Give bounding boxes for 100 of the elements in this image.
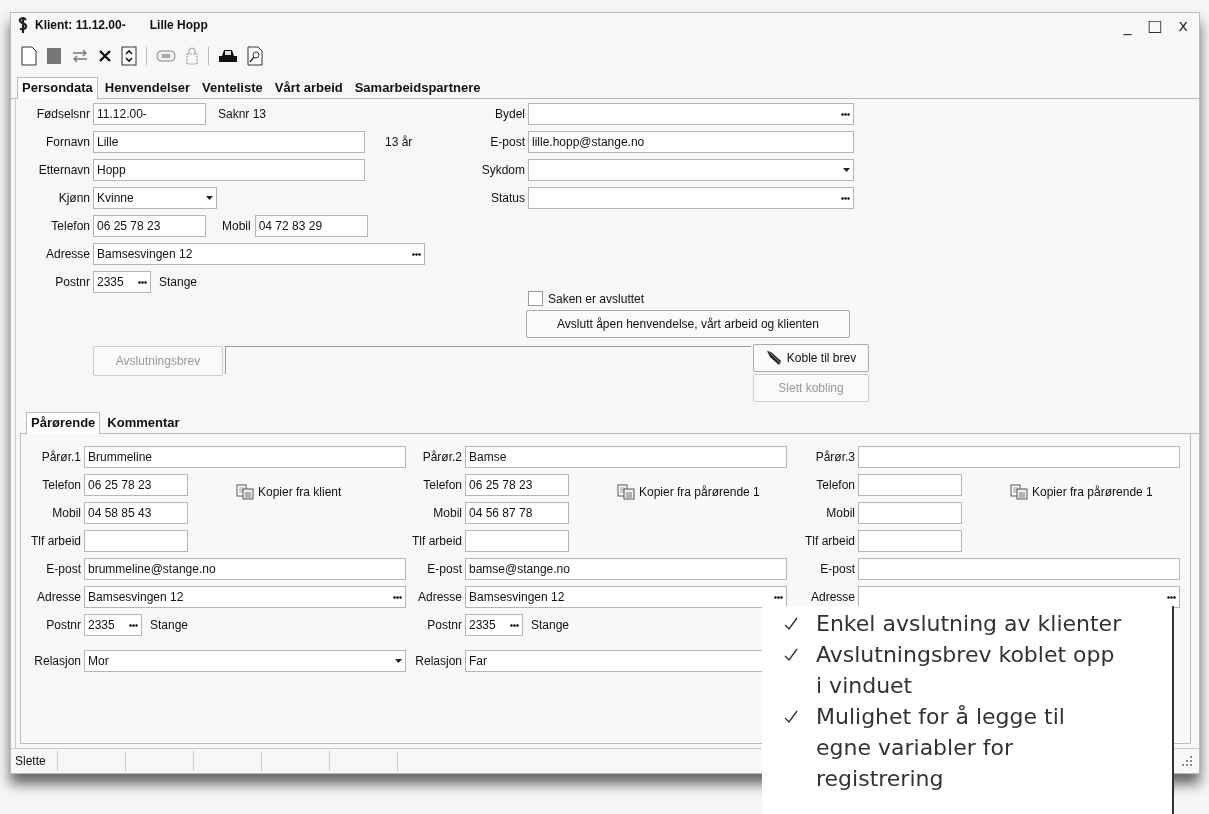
ellipsis-icon (841, 196, 850, 200)
field-label: Kjønn (57, 191, 90, 205)
text-field[interactable]: Hopp (93, 159, 365, 181)
caret-icon (395, 659, 402, 663)
field-label: Adresse (416, 590, 462, 604)
text-field[interactable]: Bamse (465, 446, 787, 468)
document-arrows-icon[interactable] (121, 46, 137, 66)
checkbox-label: Saken er avsluttet (548, 291, 645, 306)
text-field[interactable]: 06 25 78 23 (465, 474, 569, 496)
field-label: Bydel (493, 107, 525, 121)
text-field[interactable] (858, 558, 1180, 580)
window-control[interactable]: □ (1142, 15, 1168, 35)
tab[interactable]: Pårørende (26, 412, 101, 434)
field-label: Postnr (54, 275, 90, 289)
text-field[interactable]: bamse@stange.no (465, 558, 787, 580)
ellipsis-icon (1167, 595, 1176, 599)
text-field[interactable] (858, 530, 962, 552)
field-label: Adresse (35, 590, 81, 604)
lookup-field[interactable] (528, 103, 854, 125)
text-field[interactable]: 04 72 83 29 (254, 215, 368, 237)
letter-field[interactable] (225, 346, 751, 374)
field-label: Adresse (809, 590, 855, 604)
field-label: Telefon (41, 478, 81, 492)
window-title: Klient: 11.12.00- (35, 18, 126, 32)
delete-icon[interactable] (98, 49, 112, 63)
lookup-field[interactable] (858, 586, 1180, 608)
card-icon[interactable] (156, 49, 176, 63)
text-field[interactable]: 11.12.00- (93, 103, 206, 125)
field-label: Postnr (45, 618, 81, 632)
window-control[interactable]: _ (1118, 15, 1137, 35)
checkbox[interactable] (528, 291, 543, 306)
text-field[interactable] (465, 530, 569, 552)
text-field[interactable] (858, 446, 1180, 468)
city-text: Stange (150, 618, 189, 632)
dropdown[interactable]: Mor (84, 650, 406, 672)
tab[interactable]: Samarbeidspartnere (349, 77, 486, 98)
tab[interactable]: Henvendelser (99, 77, 196, 98)
text-field[interactable]: 06 25 78 23 (93, 215, 206, 237)
lookup-field[interactable] (528, 187, 854, 209)
field-label: Relasjon (414, 654, 462, 668)
lookup-field[interactable]: 2335 (465, 614, 523, 636)
text-field[interactable]: 06 25 78 23 (84, 474, 188, 496)
field-label: Pårør.2 (421, 450, 462, 464)
field-label: Pårør.3 (814, 450, 855, 464)
lookup-field[interactable]: 2335 (84, 614, 142, 636)
field-label: Postnr (426, 618, 462, 632)
copy-button[interactable]: Kopier fra klient (236, 484, 342, 500)
copy-icon (617, 484, 635, 500)
field-label: Telefon (422, 478, 462, 492)
field-label: Tlf arbeid (410, 534, 462, 548)
text-field[interactable] (84, 530, 188, 552)
window-control[interactable]: x (1173, 15, 1193, 35)
tab[interactable]: Venteliste (197, 77, 268, 98)
field-label: E-post (426, 562, 462, 576)
info-text: 13 år (385, 135, 413, 149)
text-field[interactable] (858, 502, 962, 524)
copy-button[interactable]: Kopier fra pårørende 1 (617, 484, 760, 500)
lookup-field[interactable]: Bamsesvingen 12 (465, 586, 787, 608)
field-label: Mobil (432, 506, 462, 520)
resize-grip-icon[interactable] (1181, 755, 1193, 767)
field-label: E-post (45, 562, 81, 576)
text-field[interactable]: brummeline@stange.no (84, 558, 406, 580)
field-label: Mobil (825, 506, 855, 520)
feature-text: Enkel avslutning av klienter (816, 610, 1123, 638)
field-label: Adresse (44, 247, 90, 261)
copy-button[interactable]: Kopier fra pårørende 1 (1010, 484, 1153, 500)
dropdown[interactable]: Kvinne (93, 187, 217, 209)
lock-icon[interactable] (185, 46, 199, 66)
feature-text: Mulighet for å legge til egne variabler for registrering (816, 703, 1066, 793)
city-text: Stange (531, 618, 570, 632)
check-icon (784, 710, 798, 724)
tab[interactable]: Vårt arbeid (269, 77, 348, 98)
status-text: Slette (15, 751, 58, 771)
document-search-icon[interactable] (247, 46, 263, 66)
close-case-button[interactable]: Avslutt åpen henvendelse, vårt arbeid og klienten (526, 310, 850, 338)
text-field[interactable]: 04 58 85 43 (84, 502, 188, 524)
lookup-field[interactable]: Bamsesvingen 12 (93, 243, 425, 265)
ellipsis-icon (138, 280, 147, 284)
text-field[interactable]: Lille (93, 131, 365, 153)
field-label: Etternavn (37, 163, 90, 177)
dropdown[interactable] (528, 159, 854, 181)
city-text: Stange (159, 275, 198, 289)
lookup-field[interactable]: 2335 (93, 271, 151, 293)
field-label: Fødselsnr (35, 107, 90, 121)
field-label: E-post (819, 562, 855, 576)
swap-arrows-icon[interactable] (71, 49, 89, 63)
text-field[interactable]: lille.hopp@stange.no (528, 131, 854, 153)
text-field[interactable]: Brummeline (84, 446, 406, 468)
field-label: Tlf arbeid (803, 534, 855, 548)
text-field[interactable]: 04 56 87 78 (465, 502, 569, 524)
link-letter-button[interactable]: Koble til brev (753, 344, 869, 372)
tab[interactable]: Persondata (17, 77, 98, 99)
field-label: Telefon (815, 478, 855, 492)
new-document-icon[interactable] (21, 46, 37, 66)
feature-text: Avslutningsbrev koblet opp i vinduet (816, 641, 1116, 700)
field-label: Telefon (50, 219, 90, 233)
tab[interactable]: Kommentar (102, 412, 185, 433)
info-text: Saknr 13 (218, 107, 267, 121)
lookup-field[interactable]: Bamsesvingen 12 (84, 586, 406, 608)
text-field[interactable] (858, 474, 962, 496)
